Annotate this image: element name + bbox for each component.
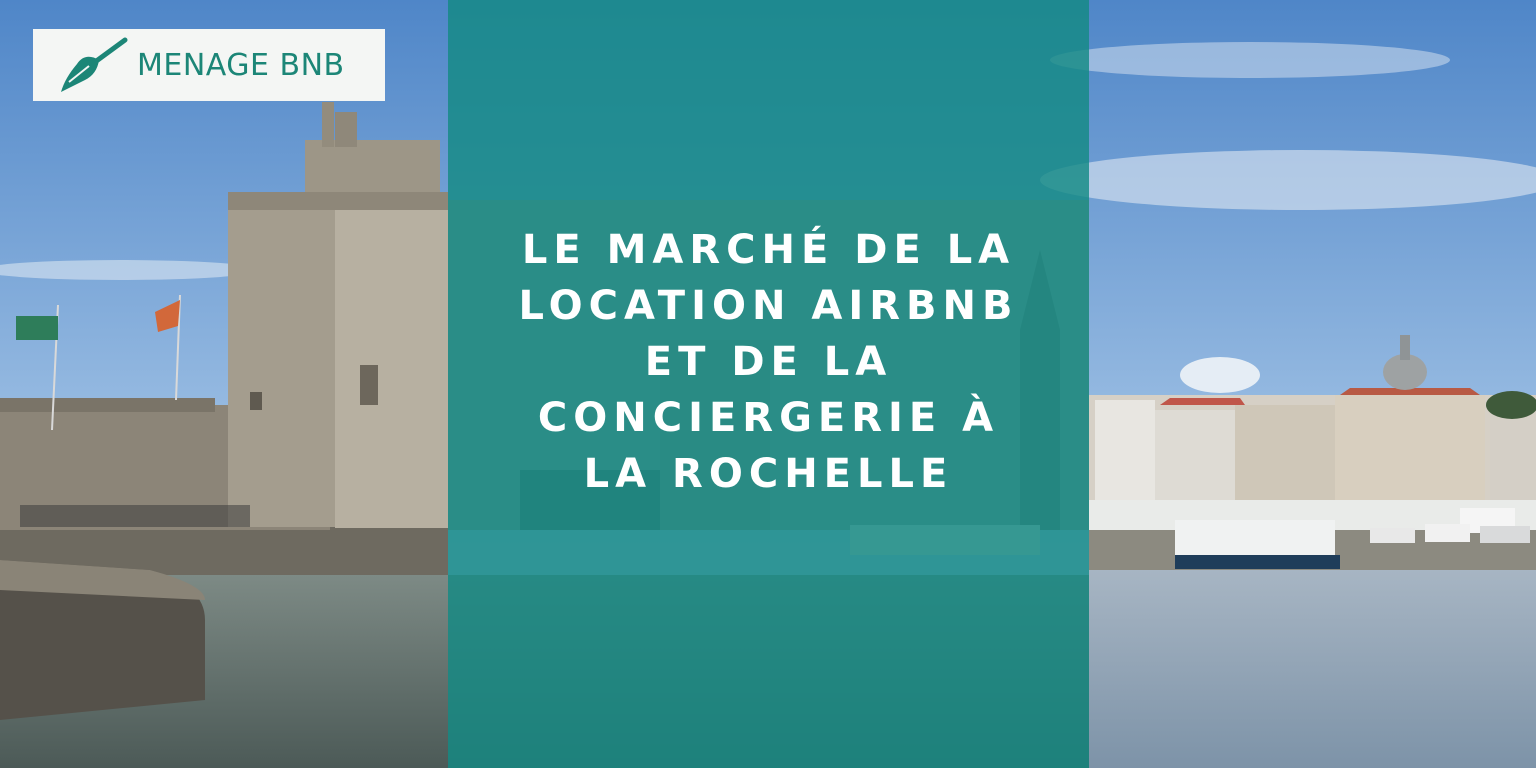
broom-icon bbox=[61, 37, 128, 92]
headline-line-1: LE MARCHÉ DE LA bbox=[521, 227, 1016, 273]
headline: LE MARCHÉ DE LA LOCATION AIRBNB ET DE LA… bbox=[448, 222, 1089, 502]
logo-text: MENAGE BNB bbox=[137, 47, 345, 83]
headline-line-2: LOCATION AIRBNB bbox=[518, 283, 1019, 329]
brand-logo: MENAGE BNB bbox=[33, 29, 385, 101]
headline-line-3: ET DE LA bbox=[644, 339, 893, 385]
headline-line-5: LA ROCHELLE bbox=[583, 451, 954, 497]
headline-line-4: CONCIERGERIE À bbox=[537, 395, 1000, 441]
